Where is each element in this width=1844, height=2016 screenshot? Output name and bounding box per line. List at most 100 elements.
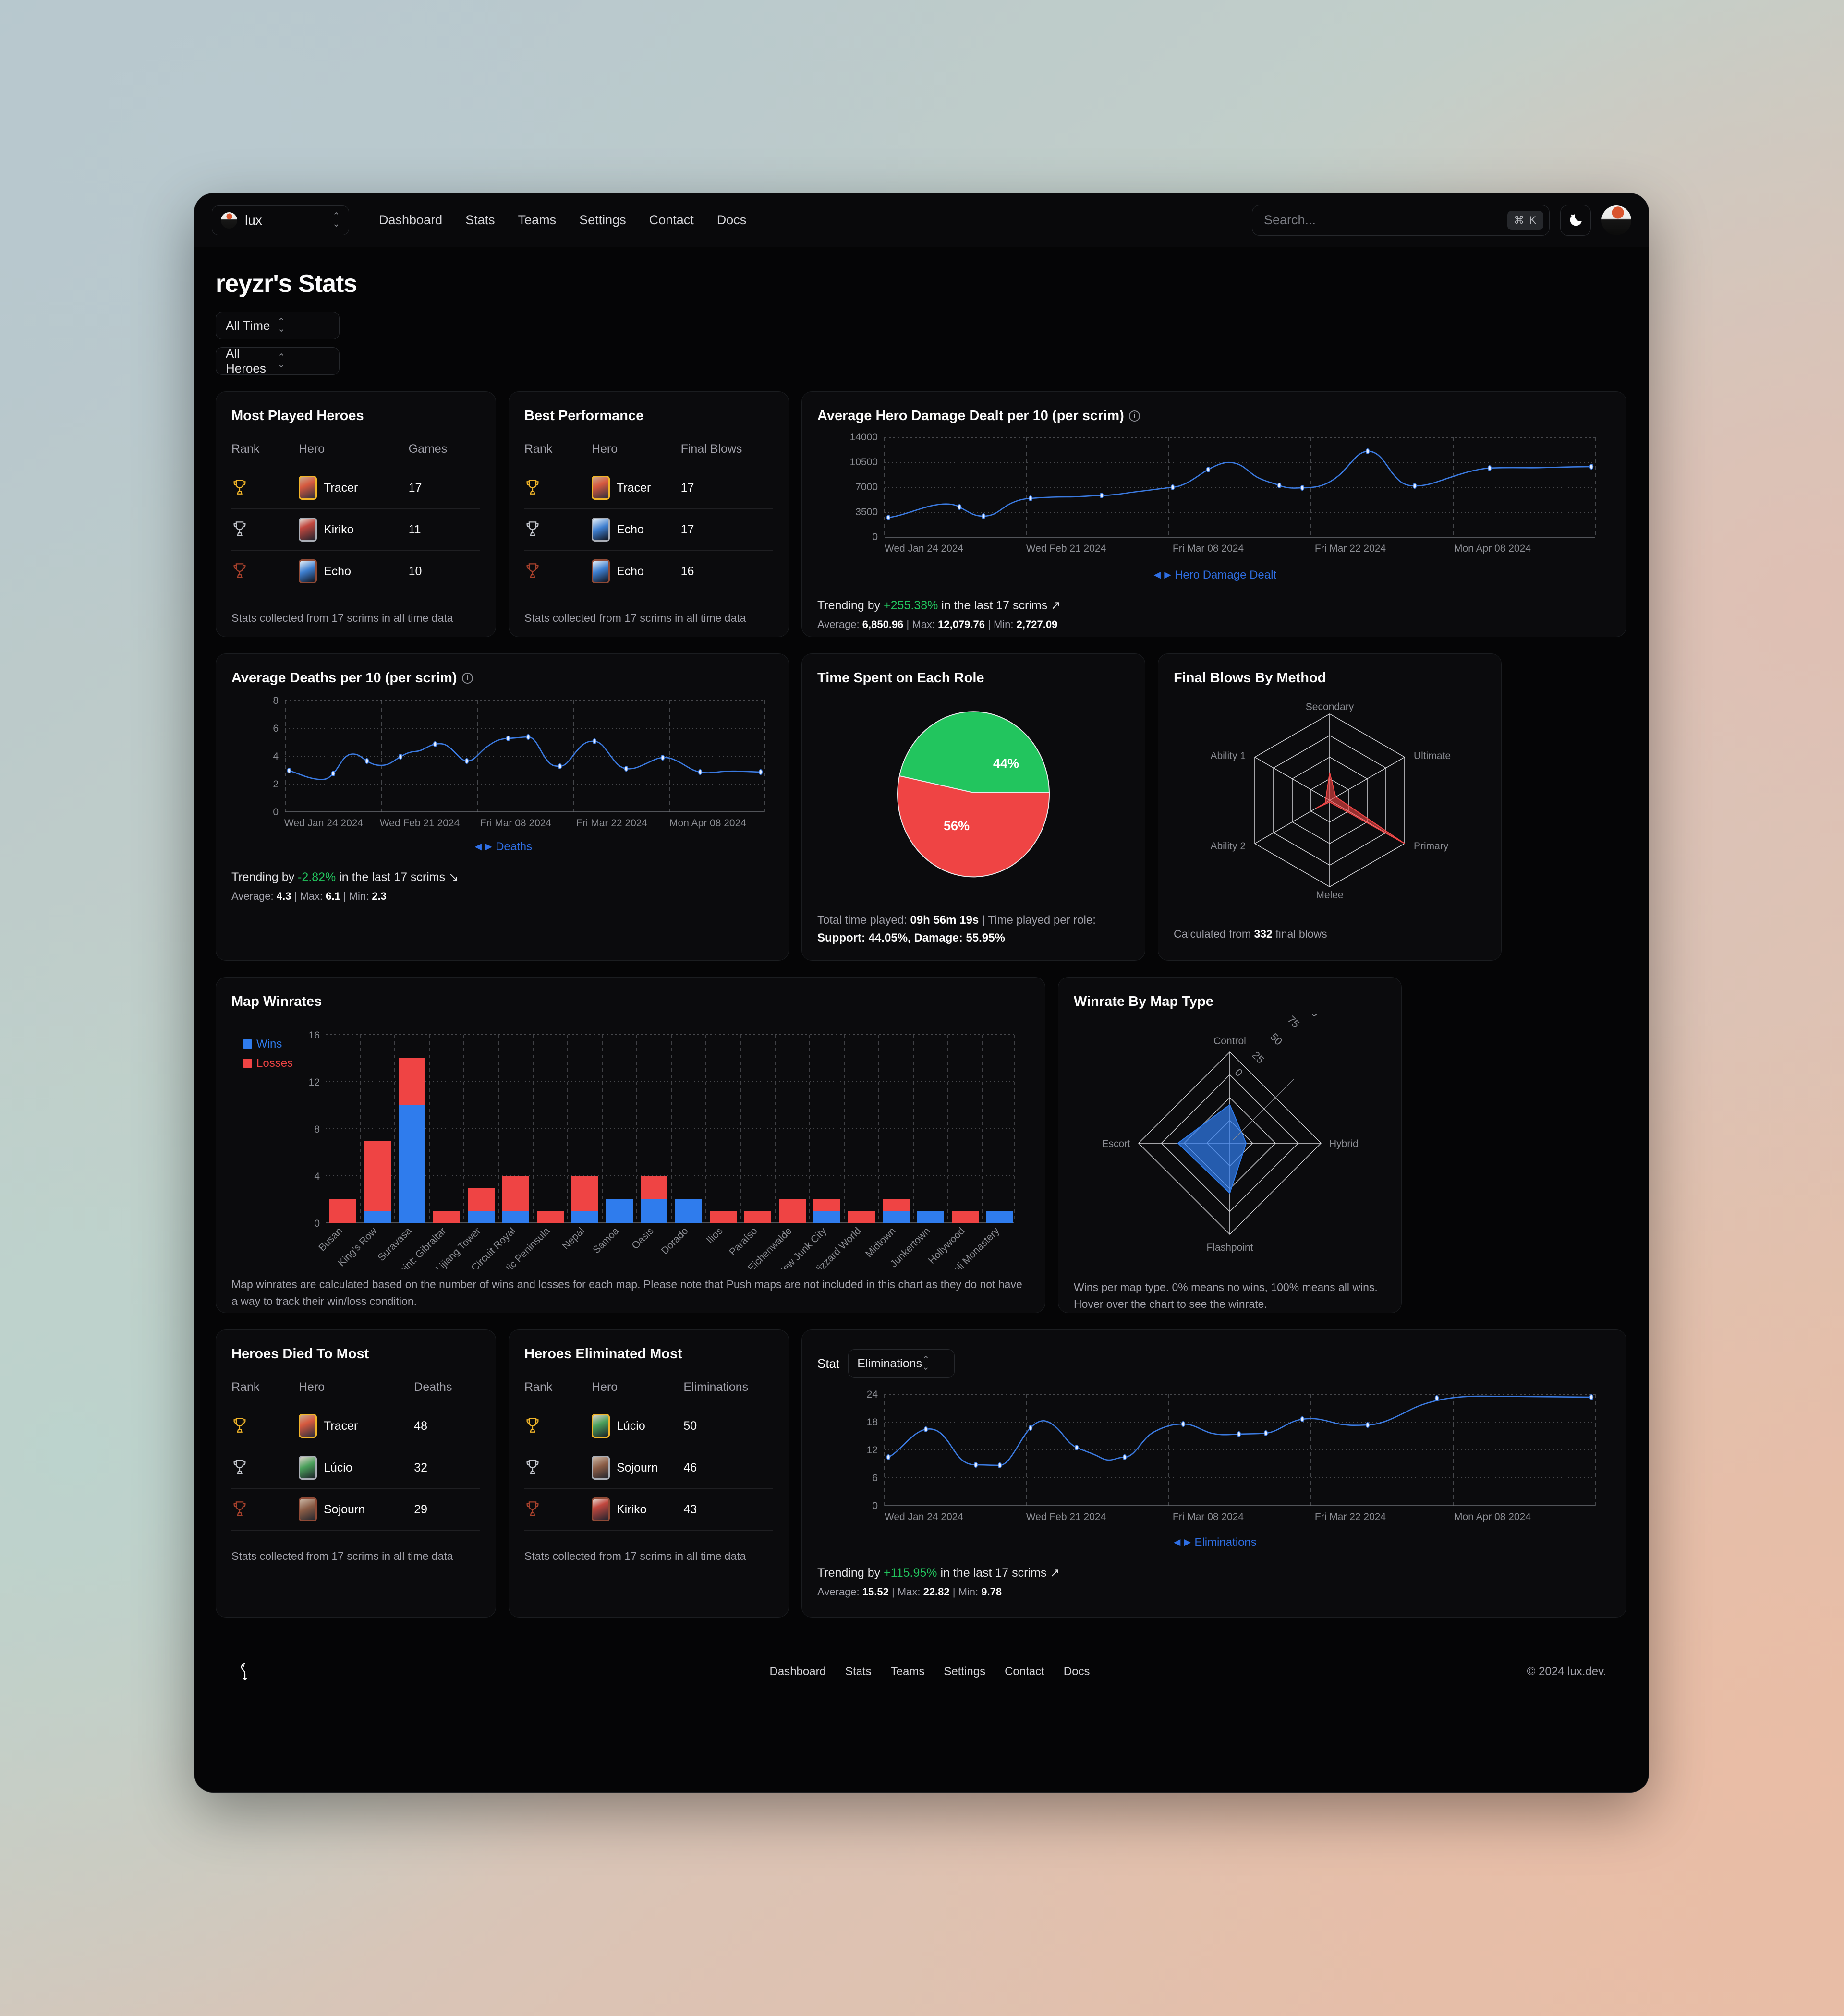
max-label: | Max: <box>888 1586 923 1598</box>
svg-text:18: 18 <box>867 1417 878 1428</box>
bar-wins[interactable] <box>606 1199 633 1223</box>
card-map-winrates: Map Winrates Wins Losses 16 12 8 4 0 Bus… <box>216 977 1045 1313</box>
footer-link-docs[interactable]: Docs <box>1064 1665 1090 1678</box>
card-note: Stats collected from 17 scrims in all ti… <box>231 1550 453 1562</box>
value-cell: 46 <box>683 1447 773 1489</box>
footer-link-contact[interactable]: Contact <box>1005 1665 1044 1678</box>
hero-cell: Echo <box>299 550 409 592</box>
page-title: reyzr's Stats <box>216 270 357 298</box>
search-input[interactable]: Search... ⌘ K <box>1252 205 1550 236</box>
svg-text:Mon Apr 08 2024: Mon Apr 08 2024 <box>1454 543 1531 554</box>
rank-cell <box>231 1447 299 1489</box>
table-row: Lúcio 32 <box>231 1447 480 1489</box>
value-cell: 11 <box>408 508 480 551</box>
svg-text:Fri Mar 08 2024: Fri Mar 08 2024 <box>1173 1511 1244 1522</box>
winrate-map-type-note: Wins per map type. 0% means no wins, 100… <box>1074 1281 1378 1310</box>
bar-losses[interactable] <box>537 1211 564 1223</box>
bar-losses[interactable] <box>433 1211 460 1223</box>
footer-link-settings[interactable]: Settings <box>944 1665 985 1678</box>
table-row: Echo 17 <box>524 508 773 551</box>
bar-losses[interactable] <box>952 1211 979 1223</box>
nav-link-contact[interactable]: Contact <box>649 213 694 228</box>
bar-losses[interactable] <box>502 1176 529 1211</box>
time-range-select[interactable]: All Time ⌃ ⌄ <box>216 312 340 339</box>
eliminated-most-table: Rank Hero Eliminations Lúcio 50 Sojourn <box>524 1380 773 1531</box>
card-title: Heroes Eliminated Most <box>524 1346 682 1362</box>
bar-losses[interactable] <box>848 1211 875 1223</box>
radar-tick: 50 <box>1268 1031 1285 1048</box>
col-rank: Rank <box>231 1380 260 1394</box>
legend-marker-icon: ◄► <box>1151 568 1175 581</box>
bar-wins[interactable] <box>502 1211 529 1223</box>
hero-name: Lúcio <box>617 1419 645 1433</box>
bar-wins[interactable] <box>364 1211 391 1223</box>
info-icon[interactable]: i <box>1128 410 1140 422</box>
stat-label: Stat <box>817 1356 840 1371</box>
stat-select[interactable]: Eliminations ⌃ ⌄ <box>848 1349 955 1378</box>
bar-losses[interactable] <box>399 1058 425 1105</box>
bar-wins[interactable] <box>468 1211 495 1223</box>
nav-link-settings[interactable]: Settings <box>579 213 626 228</box>
trend-text: Trending by +115.95% in the last 17 scri… <box>817 1566 1611 1580</box>
svg-text:Wed Feb 21 2024: Wed Feb 21 2024 <box>1026 543 1106 554</box>
bar-wins[interactable] <box>675 1199 702 1223</box>
nav-link-dashboard[interactable]: Dashboard <box>379 213 442 228</box>
footer-link-teams[interactable]: Teams <box>891 1665 925 1678</box>
bar-losses[interactable] <box>813 1199 840 1211</box>
bar-losses[interactable] <box>883 1199 910 1211</box>
radar-area[interactable] <box>1177 1104 1247 1194</box>
footer-link-dashboard[interactable]: Dashboard <box>770 1665 826 1678</box>
col-value: Deaths <box>414 1380 452 1394</box>
bar-losses[interactable] <box>710 1211 737 1223</box>
hero-filter-select[interactable]: All Heroes ⌃ ⌄ <box>216 346 340 375</box>
theme-toggle-button[interactable] <box>1560 205 1591 236</box>
died-to-most-table: Rank Hero Deaths Tracer 48 Lúcio 32 Sojo… <box>231 1380 480 1531</box>
bar-losses[interactable] <box>468 1188 495 1211</box>
nav-link-docs[interactable]: Docs <box>717 213 747 228</box>
trophy-bronze-icon <box>526 563 539 578</box>
rank-cell <box>524 508 592 551</box>
bar-losses[interactable] <box>329 1199 356 1223</box>
bar-wins[interactable] <box>399 1105 425 1223</box>
bar-wins[interactable] <box>813 1211 840 1223</box>
bar-losses[interactable] <box>779 1199 806 1223</box>
x-tick-label: Samoa <box>591 1225 621 1256</box>
x-tick-label: Dorado <box>659 1225 691 1256</box>
bar-losses[interactable] <box>364 1141 391 1211</box>
value-cell: 50 <box>683 1405 773 1447</box>
table-row: Kiriko 43 <box>524 1488 773 1531</box>
bar-wins[interactable] <box>917 1211 944 1223</box>
bar-losses[interactable] <box>641 1176 667 1199</box>
radar-tick: 100 <box>1300 1014 1322 1019</box>
footer-link-stats[interactable]: Stats <box>845 1665 872 1678</box>
rank-cell <box>524 467 592 509</box>
bar-wins[interactable] <box>883 1211 910 1223</box>
legend-label-wins: Wins <box>256 1038 282 1050</box>
bar-wins[interactable] <box>641 1199 667 1223</box>
bar-wins[interactable] <box>986 1211 1013 1223</box>
bar-chart-legend: Wins Losses <box>243 1038 293 1070</box>
final-blows-count: 332 <box>1254 928 1273 940</box>
main-nav-links: Dashboard Stats Teams Settings Contact D… <box>379 213 746 228</box>
svg-text:8: 8 <box>314 1124 320 1135</box>
chevron-updown-icon: ⌃ ⌄ <box>332 211 340 229</box>
min-value: 9.78 <box>981 1586 1002 1598</box>
user-avatar[interactable] <box>1601 205 1631 235</box>
bar-losses[interactable] <box>571 1176 598 1211</box>
info-icon[interactable]: i <box>461 673 473 684</box>
dashboard-row-4: Heroes Died To Most Rank Hero Deaths Tra… <box>216 1329 1627 1618</box>
svg-text:Wed Jan 24 2024: Wed Jan 24 2024 <box>885 1511 964 1522</box>
most-played-table: Rank Hero Games Tracer 17 Kiriko 11 Echo… <box>231 442 480 592</box>
hero-portrait <box>299 476 317 500</box>
nav-link-stats[interactable]: Stats <box>465 213 495 228</box>
chart-stats: Average: 4.3 | Max: 6.1 | Min: 2.3 <box>231 890 773 903</box>
hero-name: Echo <box>617 564 644 578</box>
hero-portrait <box>299 518 317 542</box>
rank-cell <box>231 508 299 551</box>
svg-text:Mon Apr 08 2024: Mon Apr 08 2024 <box>1454 1511 1531 1522</box>
nav-link-teams[interactable]: Teams <box>518 213 557 228</box>
bar-losses[interactable] <box>744 1211 771 1223</box>
table-row: Sojourn 29 <box>231 1488 480 1531</box>
team-switcher[interactable]: lux ⌃ ⌄ <box>212 205 349 235</box>
bar-wins[interactable] <box>571 1211 598 1223</box>
